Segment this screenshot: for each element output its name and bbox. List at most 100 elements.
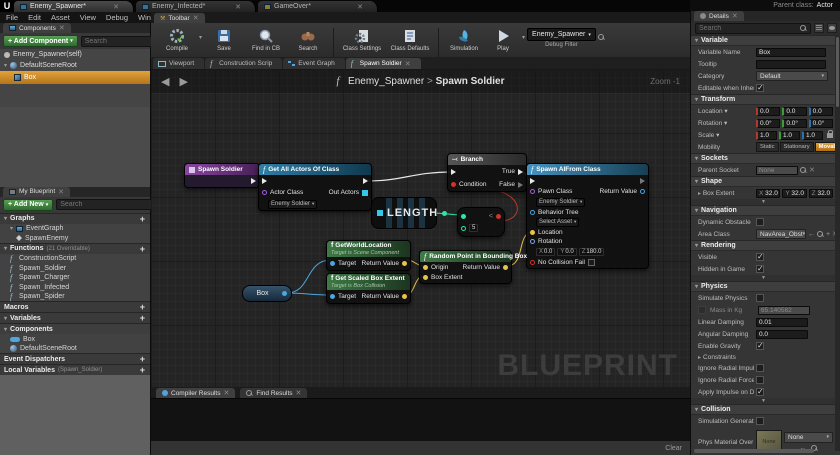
simulation-button[interactable]: Simulation (444, 26, 484, 52)
macros-section-header[interactable]: Macros + (0, 301, 150, 312)
function-item-constructionscript[interactable]: f ConstructionScript (0, 254, 150, 264)
component-item-self[interactable]: Enemy_Spawner(self) (0, 49, 150, 60)
add-macro-button[interactable]: + (140, 302, 148, 312)
tab-event-graph[interactable]: Event Graph (283, 58, 345, 69)
close-icon[interactable]: ✕ (58, 188, 64, 196)
node-spawn-ai-from-class[interactable]: f Spawn AIFrom Class Pawn Class Return V… (526, 163, 649, 269)
int-b-field[interactable]: 5 (469, 224, 478, 232)
return-value-pin[interactable] (402, 294, 407, 299)
section-variable[interactable]: ▾Variable (691, 35, 836, 46)
function-item-spawn-charger[interactable]: f Spawn_Charger (0, 273, 150, 283)
node-random-point-in-bounding-box[interactable]: f Random Point in Bounding Box Origin Re… (419, 250, 512, 284)
section-physics[interactable]: ▾Physics (691, 281, 836, 292)
mobility-stationary-option[interactable]: Stationary (780, 142, 814, 152)
enable-gravity-checkbox[interactable] (756, 342, 764, 350)
array-in-pin[interactable] (377, 210, 383, 216)
graphs-section-header[interactable]: ▾ Graphs + (0, 213, 150, 224)
false-exec-pin[interactable] (518, 182, 523, 188)
box-extent-y-input[interactable]: Y 32.0 (782, 189, 806, 198)
actor-class-pin[interactable] (262, 190, 267, 195)
close-icon[interactable]: ✕ (224, 389, 230, 397)
bool-out-pin[interactable] (496, 214, 501, 219)
node-get-world-location[interactable]: f GetWorldLocation Target is Scene Compo… (326, 240, 411, 271)
variable-item-defaultsceneroot[interactable]: DefaultSceneRoot (0, 344, 150, 354)
ignore-radial-force-checkbox[interactable] (756, 376, 764, 384)
close-icon[interactable]: ✕ (59, 24, 65, 32)
close-icon[interactable]: ✕ (235, 3, 241, 11)
pawn-class-pin[interactable] (530, 189, 535, 194)
length-out-pin[interactable] (442, 211, 447, 216)
menu-edit[interactable]: Edit (28, 13, 41, 22)
int-b-pin[interactable] (461, 226, 466, 231)
details-search[interactable] (695, 23, 811, 34)
add-local-variable-button[interactable]: + (140, 365, 148, 375)
asset-tab-gameover[interactable]: GameOver* ✕ (258, 1, 378, 12)
node-compare-less-than[interactable]: < 5 (457, 207, 505, 237)
int-a-pin[interactable] (461, 214, 466, 219)
spawnenemy-item[interactable]: SpawnEnemy (0, 233, 150, 243)
editable-when-inherited-checkbox[interactable] (756, 84, 764, 92)
event-dispatchers-section-header[interactable]: Event Dispatchers + (0, 353, 150, 364)
play-options-chevron[interactable]: ▾ (522, 34, 525, 41)
add-new-button[interactable]: + Add New▾ (3, 199, 53, 211)
play-button[interactable]: Play (486, 26, 520, 52)
expander-icon[interactable]: ▾ (4, 62, 7, 69)
property-matrix-icon[interactable] (814, 23, 824, 33)
linear-damping-input[interactable]: 0.01 (756, 318, 808, 327)
view-options-icon[interactable] (827, 23, 837, 33)
rotation-x-field[interactable]: X0.0 (536, 248, 555, 256)
components-category-header[interactable]: ▾ Components (0, 323, 150, 334)
my-blueprint-panel-tab[interactable]: My Blueprint ✕ (3, 187, 70, 197)
section-collision[interactable]: ▾Collision (691, 404, 836, 415)
save-button[interactable]: Save (204, 26, 244, 52)
debug-object-dropdown[interactable]: Enemy_Spawner▾ (527, 28, 596, 41)
rotation-z-input[interactable]: 0.0° (809, 119, 833, 128)
scale-y-input[interactable]: 1.0 (779, 131, 800, 140)
details-horizontal-scrollbar[interactable] (694, 449, 814, 453)
parent-class-link[interactable]: Actor (817, 2, 833, 9)
component-item-box[interactable]: Box (0, 71, 150, 84)
variable-name-input[interactable]: Box (756, 48, 826, 57)
pawn-class-dropdown[interactable]: Enemy Soldier▾ (536, 198, 585, 207)
lock-icon[interactable] (827, 133, 833, 138)
exec-out-pin[interactable] (363, 178, 368, 184)
class-defaults-button[interactable]: Class Defaults (387, 26, 433, 52)
close-icon[interactable]: ✕ (732, 12, 738, 20)
add-component-button[interactable]: + Add Component▾ (3, 35, 78, 47)
box-extent-pin[interactable] (423, 275, 428, 280)
menu-file[interactable]: File (6, 13, 18, 22)
hidden-in-game-checkbox[interactable] (756, 265, 764, 273)
find-results-tab[interactable]: Find Results ✕ (240, 388, 307, 398)
blueprint-graph-canvas[interactable]: ◀ ▶ f Enemy_Spawner > Spawn Soldier Zoom… (151, 69, 690, 387)
box-extent-x-input[interactable]: X 32.0 (756, 189, 780, 198)
clear-socket-icon[interactable]: ✕ (809, 166, 815, 174)
details-search-input[interactable] (699, 25, 798, 32)
details-panel-tab[interactable]: Details ✕ (694, 11, 744, 21)
functions-section-header[interactable]: ▾ Functions (21 Overridable) + (0, 243, 150, 254)
my-blueprint-search-input[interactable] (60, 201, 151, 208)
section-sockets[interactable]: ▾Sockets (691, 153, 836, 164)
phys-material-thumbnail[interactable]: None (756, 430, 782, 451)
section-navigation[interactable]: ▾Navigation (691, 205, 836, 216)
simulation-generates-hit-events-checkbox[interactable] (756, 417, 764, 425)
toolbar-panel-tab[interactable]: ⚒ Toolbar ✕ (154, 13, 205, 23)
close-icon[interactable]: ✕ (405, 60, 411, 68)
mass-override-checkbox[interactable] (698, 306, 706, 314)
menu-debug[interactable]: Debug (106, 13, 128, 22)
node-spawn-soldier[interactable]: Spawn Soldier (184, 163, 260, 188)
section-rendering[interactable]: ▾Rendering (691, 240, 836, 251)
category-dropdown[interactable]: Default▾ (756, 71, 828, 81)
expander-icon[interactable]: ▾ (4, 215, 7, 222)
function-item-spawn-soldier[interactable]: f Spawn_Soldier (0, 263, 150, 273)
location-x-input[interactable]: 0.0 (756, 107, 780, 116)
add-function-button[interactable]: + (140, 244, 148, 254)
exec-in-pin[interactable] (262, 178, 267, 184)
rotation-x-input[interactable]: 0.0° (756, 119, 780, 128)
components-panel-tab[interactable]: Components ✕ (3, 23, 71, 33)
actor-class-dropdown[interactable]: Enemy Soldier▾ (268, 200, 317, 209)
add-icon[interactable]: + (826, 231, 830, 238)
exec-out-pin[interactable] (640, 178, 645, 184)
menu-asset[interactable]: Asset (51, 13, 70, 22)
component-item-defaultsceneroot[interactable]: ▾ DefaultSceneRoot (0, 60, 150, 71)
exec-in-pin[interactable] (451, 169, 456, 175)
